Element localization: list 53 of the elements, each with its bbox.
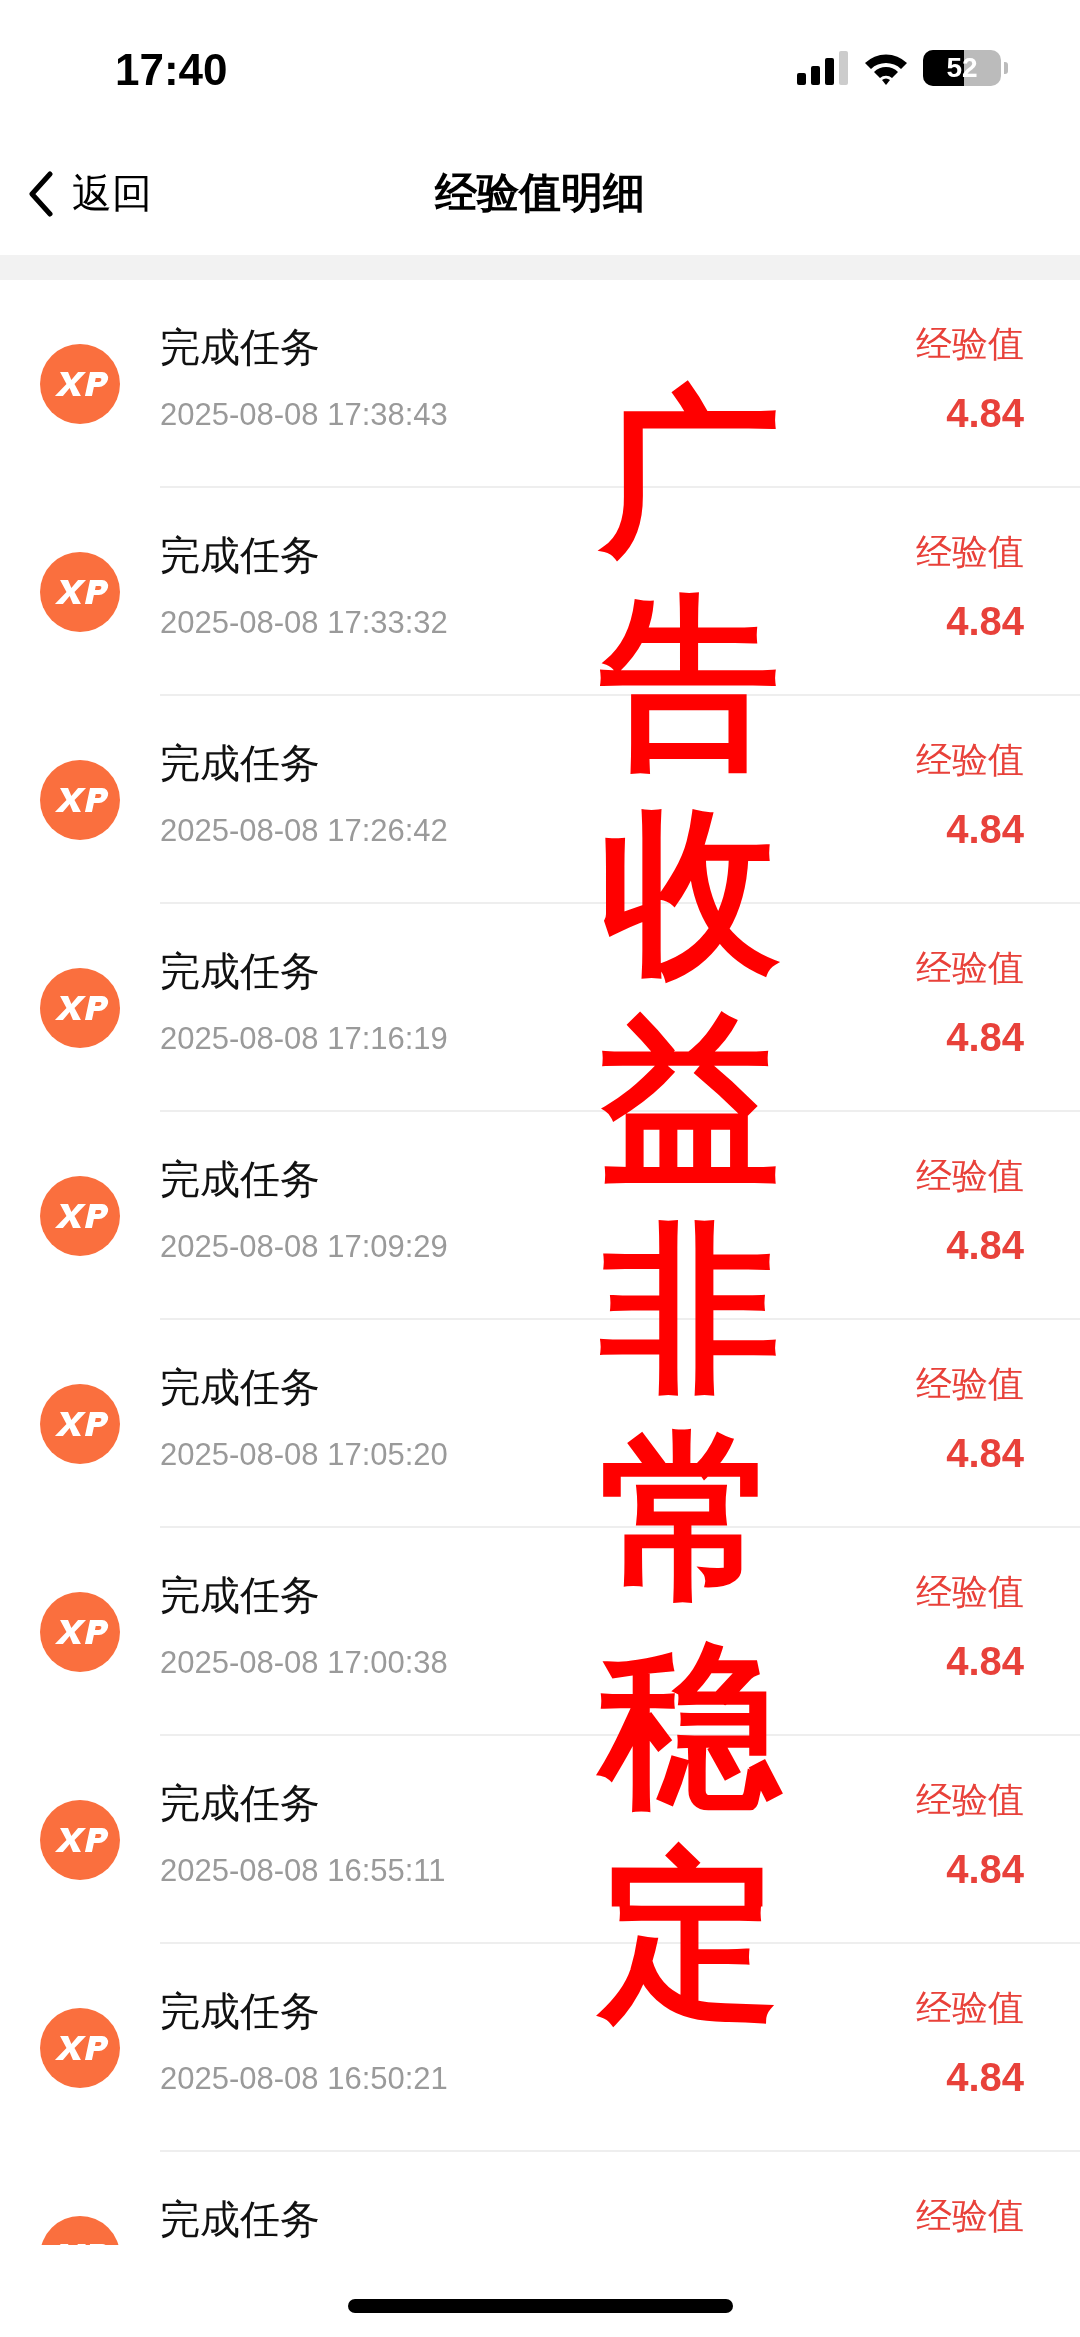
xp-icon (40, 1592, 120, 1672)
record-value: 4.84 (946, 1639, 1024, 1684)
record-label: 经验值 (916, 946, 1024, 990)
record-title: 完成任务 (160, 1363, 321, 1412)
record-value: 4.84 (946, 807, 1024, 852)
record-title: 完成任务 (160, 1779, 321, 1828)
xp-icon (40, 760, 120, 840)
xp-icon (40, 2008, 120, 2088)
record-value: 4.84 (946, 2055, 1024, 2100)
record-label: 经验值 (916, 2194, 1024, 2238)
record-title: 完成任务 (160, 2195, 320, 2244)
record-time: 2025-08-08 17:33:32 (160, 605, 448, 641)
record-label: 经验值 (916, 1778, 1024, 1822)
status-time: 17:40 (115, 45, 228, 95)
record-value: 4.84 (946, 1847, 1024, 1892)
xp-icon (40, 1800, 120, 1880)
record-value: 4.84 (946, 391, 1024, 436)
record-time: 2025-08-08 16:55:11 (160, 1853, 446, 1889)
record-value: 4.84 (946, 1015, 1024, 1060)
record-label: 经验值 (916, 1154, 1024, 1198)
xp-icon (40, 968, 120, 1048)
wifi-icon (863, 51, 909, 85)
back-icon (28, 170, 54, 217)
xp-icon (40, 552, 120, 632)
record-title: 完成任务 (160, 1571, 321, 1620)
record-label: 经验值 (916, 1570, 1024, 1614)
record-value: 4.84 (946, 599, 1024, 644)
record-value: 4.84 (946, 1431, 1024, 1476)
record-label: 经验值 (916, 1986, 1024, 2030)
record-time: 2025-08-08 17:38:43 (160, 397, 448, 433)
record-title: 完成任务 (160, 323, 321, 372)
page-title: 经验值明细 (435, 166, 645, 219)
record-time: 2025-08-08 17:09:29 (160, 1229, 448, 1265)
record-value: 4.84 (946, 1223, 1024, 1268)
record-label: 经验值 (916, 530, 1024, 574)
xp-icon (40, 344, 120, 424)
record-title: 完成任务 (160, 531, 321, 580)
xp-icon (40, 1384, 120, 1464)
record-title: 完成任务 (160, 739, 321, 788)
record-time: 2025-08-08 17:00:38 (160, 1645, 448, 1681)
signal-icon (797, 51, 849, 85)
record-time: 2025-08-08 17:05:20 (160, 1437, 448, 1473)
record-time: 2025-08-08 17:26:42 (160, 813, 448, 849)
record-label: 经验值 (916, 738, 1024, 782)
record-title: 完成任务 (160, 947, 321, 996)
record-title: 完成任务 (160, 1155, 321, 1204)
record-time: 2025-08-08 17:16:19 (160, 1021, 448, 1057)
xp-icon (40, 1176, 120, 1256)
back-button[interactable]: 返回 (22, 160, 158, 227)
record-label: 经验值 (916, 1362, 1024, 1406)
record-title: 完成任务 (160, 1987, 321, 2036)
record-label: 经验值 (916, 322, 1024, 366)
record-time: 2025-08-08 16:50:21 (160, 2061, 448, 2097)
